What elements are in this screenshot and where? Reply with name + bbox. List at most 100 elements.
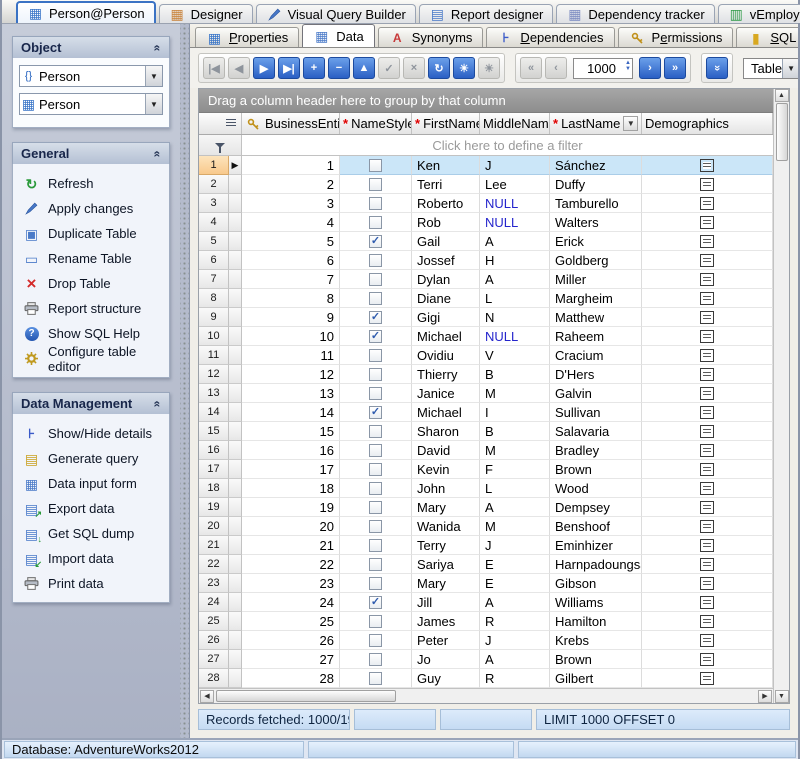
- table-row[interactable]: 1414✓MichaelISullivan: [199, 403, 773, 422]
- blob-document-icon[interactable]: [700, 520, 714, 533]
- horizontal-scroll-thumb[interactable]: [216, 690, 396, 702]
- cell-middlename[interactable]: A: [480, 593, 550, 612]
- tab-vemployee-hu[interactable]: ▥vEmployee@Hu...: [718, 4, 800, 23]
- blob-document-icon[interactable]: [700, 311, 714, 324]
- chevron-down-icon[interactable]: ▼: [145, 66, 162, 86]
- cell-firstname[interactable]: Sariya: [412, 555, 480, 574]
- scroll-up-icon[interactable]: ▲: [775, 89, 789, 102]
- spin-down-icon[interactable]: ▼: [625, 66, 631, 72]
- row-number-cell[interactable]: 4: [199, 213, 229, 232]
- cell-lastname[interactable]: Williams: [550, 593, 642, 612]
- cell-businessentityid[interactable]: 16: [242, 441, 340, 460]
- cell-namestyle[interactable]: ✓: [340, 593, 412, 612]
- cell-businessentityid[interactable]: 21: [242, 536, 340, 555]
- fetch-all-button[interactable]: »: [706, 57, 728, 79]
- cell-middlename[interactable]: A: [480, 498, 550, 517]
- cell-namestyle[interactable]: [340, 631, 412, 650]
- table-row[interactable]: 88DianeLMargheim: [199, 289, 773, 308]
- cell-middlename[interactable]: M: [480, 384, 550, 403]
- edit-record-button[interactable]: ▲: [353, 57, 375, 79]
- row-number-cell[interactable]: 8: [199, 289, 229, 308]
- checkbox-icon[interactable]: ✓: [369, 330, 382, 343]
- insert-record-button[interactable]: +: [303, 57, 325, 79]
- cell-lastname[interactable]: Benshoof: [550, 517, 642, 536]
- row-number-cell[interactable]: 5: [199, 232, 229, 251]
- first-record-button[interactable]: |◀: [203, 57, 225, 79]
- table-row[interactable]: 2525JamesRHamilton: [199, 612, 773, 631]
- cell-middlename[interactable]: R: [480, 612, 550, 631]
- cell-namestyle[interactable]: [340, 517, 412, 536]
- cell-demographics[interactable]: [642, 327, 773, 346]
- cell-lastname[interactable]: Tamburello: [550, 194, 642, 213]
- cell-namestyle[interactable]: [340, 384, 412, 403]
- cell-middlename[interactable]: J: [480, 631, 550, 650]
- checkbox-icon[interactable]: [369, 577, 382, 590]
- table-row[interactable]: 1212ThierryBD'Hers: [199, 365, 773, 384]
- prior-record-button[interactable]: ◀: [228, 57, 250, 79]
- cell-lastname[interactable]: Krebs: [550, 631, 642, 650]
- row-number-cell[interactable]: 1: [199, 156, 229, 175]
- cell-demographics[interactable]: [642, 289, 773, 308]
- table-row[interactable]: 66JossefHGoldberg: [199, 251, 773, 270]
- checkbox-icon[interactable]: [369, 653, 382, 666]
- cell-businessentityid[interactable]: 22: [242, 555, 340, 574]
- cell-namestyle[interactable]: [340, 194, 412, 213]
- cell-lastname[interactable]: Sánchez: [550, 156, 642, 175]
- cell-middlename[interactable]: NULL: [480, 194, 550, 213]
- row-number-cell[interactable]: 24: [199, 593, 229, 612]
- row-number-cell[interactable]: 7: [199, 270, 229, 289]
- cell-firstname[interactable]: David: [412, 441, 480, 460]
- tab-person-person[interactable]: ▦Person@Person: [16, 1, 156, 23]
- sidebar-splitter[interactable]: [180, 24, 189, 738]
- row-number-cell[interactable]: 2: [199, 175, 229, 194]
- checkbox-icon[interactable]: [369, 444, 382, 457]
- table-row[interactable]: 77DylanAMiller: [199, 270, 773, 289]
- checkbox-icon[interactable]: [369, 482, 382, 495]
- checkbox-icon[interactable]: ✓: [369, 596, 382, 609]
- row-number-cell[interactable]: 19: [199, 498, 229, 517]
- cell-lastname[interactable]: Hamilton: [550, 612, 642, 631]
- cell-firstname[interactable]: Michael: [412, 327, 480, 346]
- cell-middlename[interactable]: A: [480, 270, 550, 289]
- cell-namestyle[interactable]: [340, 270, 412, 289]
- cell-namestyle[interactable]: [340, 346, 412, 365]
- table-row[interactable]: 1616DavidMBradley: [199, 441, 773, 460]
- cell-lastname[interactable]: Gibson: [550, 574, 642, 593]
- checkbox-icon[interactable]: [369, 539, 382, 552]
- cell-firstname[interactable]: Ken: [412, 156, 480, 175]
- scroll-right-icon[interactable]: ▶: [758, 690, 772, 703]
- cell-middlename[interactable]: NULL: [480, 213, 550, 232]
- checkbox-icon[interactable]: [369, 615, 382, 628]
- blob-document-icon[interactable]: [700, 501, 714, 514]
- sidebar-item-get-sql-dump[interactable]: ▤↓Get SQL dump: [19, 521, 163, 546]
- cell-businessentityid[interactable]: 27: [242, 650, 340, 669]
- checkbox-icon[interactable]: [369, 463, 382, 476]
- cell-lastname[interactable]: Brown: [550, 650, 642, 669]
- cell-namestyle[interactable]: ✓: [340, 327, 412, 346]
- cell-firstname[interactable]: Jill: [412, 593, 480, 612]
- cell-middlename[interactable]: M: [480, 517, 550, 536]
- cell-lastname[interactable]: Matthew: [550, 308, 642, 327]
- row-number-cell[interactable]: 3: [199, 194, 229, 213]
- tab-properties[interactable]: ▦Properties: [195, 27, 299, 47]
- blob-document-icon[interactable]: [700, 197, 714, 210]
- filter-hint[interactable]: Click here to define a filter: [242, 135, 773, 155]
- table-row[interactable]: 2323MaryEGibson: [199, 574, 773, 593]
- cell-businessentityid[interactable]: 8: [242, 289, 340, 308]
- checkbox-icon[interactable]: ✓: [369, 406, 382, 419]
- cell-firstname[interactable]: Gail: [412, 232, 480, 251]
- tab-permissions[interactable]: Permissions: [618, 27, 734, 47]
- blob-document-icon[interactable]: [700, 178, 714, 191]
- table-row[interactable]: 99✓GigiNMatthew: [199, 308, 773, 327]
- checkbox-icon[interactable]: [369, 387, 382, 400]
- sidebar-item-apply-changes[interactable]: Apply changes: [19, 196, 163, 221]
- cell-demographics[interactable]: [642, 441, 773, 460]
- cell-demographics[interactable]: [642, 460, 773, 479]
- table-row[interactable]: 22TerriLeeDuffy: [199, 175, 773, 194]
- row-number-cell[interactable]: 23: [199, 574, 229, 593]
- cell-lastname[interactable]: Eminhizer: [550, 536, 642, 555]
- group-by-bar[interactable]: Drag a column header here to group by th…: [199, 89, 773, 113]
- cell-middlename[interactable]: N: [480, 308, 550, 327]
- sidebar-item-print-data[interactable]: Print data: [19, 571, 163, 596]
- checkbox-icon[interactable]: [369, 216, 382, 229]
